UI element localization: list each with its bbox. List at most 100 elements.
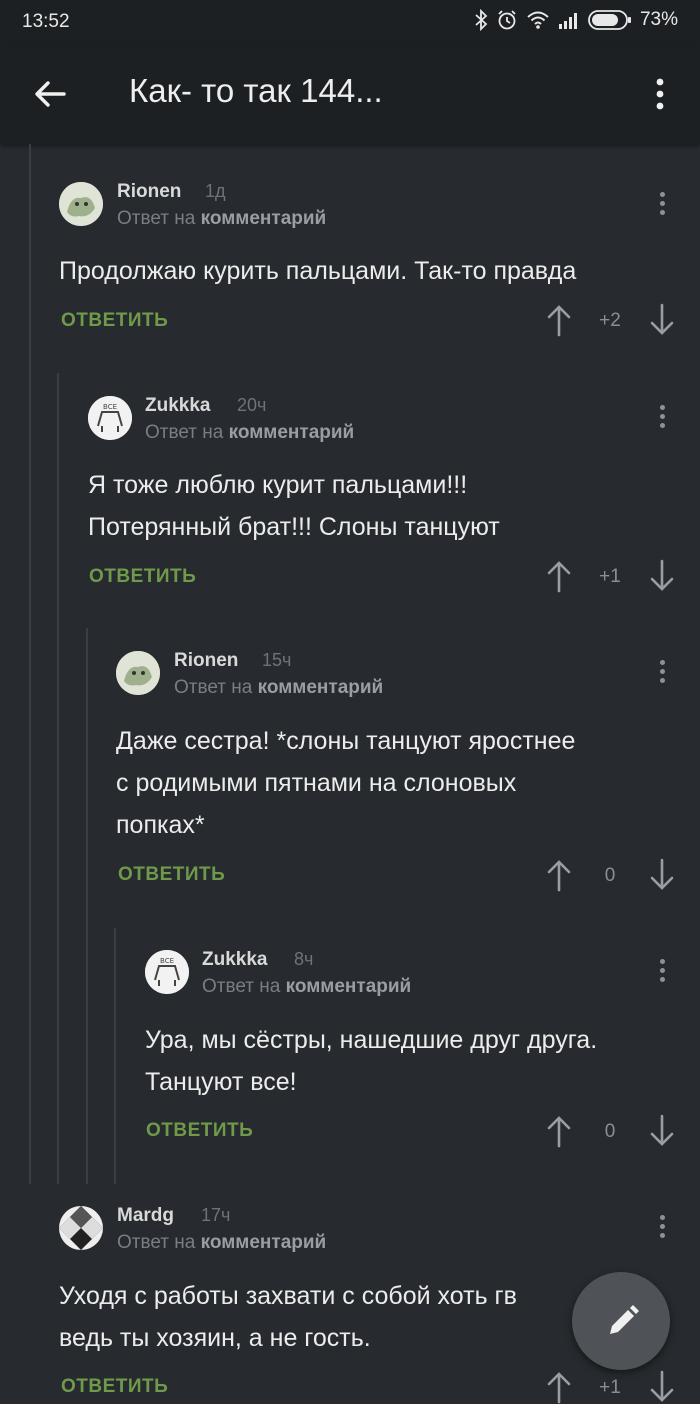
battery-percent: 73%	[639, 9, 678, 30]
comment-time: 1д	[205, 181, 226, 201]
avatar[interactable]: ВСЕ	[145, 950, 189, 994]
back-button[interactable]	[28, 74, 72, 114]
comment-more-button[interactable]	[656, 1215, 668, 1245]
comment-line: Я тоже люблю курит пальцами!!!	[88, 471, 468, 499]
wifi-icon	[527, 11, 549, 29]
arrow-up-icon[interactable]	[544, 1114, 574, 1148]
reply-button[interactable]: ОТВЕТИТЬ	[118, 864, 225, 886]
avatar[interactable]	[59, 182, 103, 226]
pencil-icon	[610, 1305, 639, 1334]
arrow-up-icon[interactable]	[544, 858, 574, 892]
reply-to: Ответ на комментарий	[117, 208, 326, 230]
comment-text: Я тоже люблю курит пальцами!!! Потерянны…	[88, 464, 500, 548]
comment-author[interactable]: Zukkka	[145, 395, 210, 417]
comment-time: 17ч	[201, 1205, 231, 1225]
comment-text: Продолжаю курить пальцами. Так-то правда	[59, 250, 576, 292]
avatar[interactable]: ВСЕ	[88, 396, 132, 440]
comment-time: 8ч	[294, 949, 314, 969]
reply-to-link[interactable]: комментарий	[258, 677, 384, 698]
dot	[659, 210, 665, 215]
status-icons: 73%	[474, 9, 678, 31]
reply-button[interactable]: ОТВЕТИТЬ	[146, 1120, 253, 1142]
dot	[659, 414, 665, 419]
reply-to-prefix: Ответ на	[145, 422, 224, 443]
reply-to-prefix: Ответ на	[117, 1232, 196, 1253]
comment-time: 15ч	[262, 650, 292, 670]
dot	[659, 1215, 665, 1220]
arrow-down-icon[interactable]	[647, 1370, 677, 1404]
dot	[659, 192, 665, 197]
comment-more-button[interactable]	[656, 959, 668, 989]
comment-author[interactable]: Zukkka	[202, 949, 267, 971]
reply-to-prefix: Ответ на	[174, 677, 253, 698]
arrow-down-icon[interactable]	[647, 858, 677, 892]
comment-score: +1	[599, 566, 621, 587]
comment-line: Даже сестра! *слоны танцуют яростнее	[116, 727, 576, 755]
signal-icon	[558, 13, 577, 29]
arrow-up-icon[interactable]	[544, 1370, 574, 1404]
avatar[interactable]	[116, 651, 160, 695]
svg-text:ВСЕ: ВСЕ	[103, 403, 117, 411]
dot	[659, 669, 665, 674]
comment-more-button[interactable]	[656, 660, 668, 690]
reply-to: Ответ на комментарий	[117, 1232, 326, 1254]
dot	[659, 968, 665, 973]
reply-to-prefix: Ответ на	[202, 976, 281, 997]
arrow-up-icon[interactable]	[544, 559, 574, 593]
reply-to-link[interactable]: комментарий	[286, 976, 412, 997]
dot	[659, 201, 665, 206]
svg-text:ВСЕ: ВСЕ	[160, 957, 174, 965]
reply-to-prefix: Ответ на	[117, 208, 196, 229]
more-vert-icon	[656, 78, 664, 110]
comment-line: Продолжаю курить пальцами. Так-то правда	[59, 257, 577, 285]
comment-author[interactable]: Rionen	[117, 181, 181, 203]
comment-more-button[interactable]	[656, 405, 668, 435]
arrow-up-icon[interactable]	[544, 303, 574, 337]
more-menu-button[interactable]	[648, 74, 672, 114]
arrow-left-icon	[35, 81, 66, 107]
comment-line: Танцуют все!	[145, 1068, 297, 1096]
comment-line: попках*	[116, 811, 205, 839]
comment-line: Уходя с работы захвати с собой хоть гв	[59, 1282, 517, 1310]
reply-button[interactable]: ОТВЕТИТЬ	[89, 566, 196, 588]
arrow-down-icon[interactable]	[647, 559, 677, 593]
reply-button[interactable]: ОТВЕТИТЬ	[61, 310, 168, 332]
comment-score: 0	[604, 1121, 616, 1142]
comment-line: Ура, мы сёстры, нашедшие друг друга.	[145, 1026, 598, 1054]
comment-author[interactable]: Mardg	[117, 1205, 174, 1227]
reply-button[interactable]: ОТВЕТИТЬ	[61, 1376, 168, 1398]
dot	[659, 977, 665, 982]
reply-to: Ответ на комментарий	[202, 976, 411, 998]
arrow-down-icon[interactable]	[647, 1114, 677, 1148]
dot	[659, 660, 665, 665]
comment-score: 0	[604, 865, 616, 886]
arrow-down-icon[interactable]	[647, 303, 677, 337]
reply-to: Ответ на комментарий	[174, 677, 383, 699]
battery-icon	[588, 10, 631, 30]
alarm-icon	[498, 10, 516, 30]
status-bar: 13:52 73%	[0, 0, 700, 44]
reply-to: Ответ на комментарий	[145, 422, 354, 444]
page-title: Как- то так 144...	[129, 72, 383, 109]
status-time: 13:52	[22, 11, 70, 32]
comment-author[interactable]: Rionen	[174, 650, 238, 672]
write-comment-button[interactable]	[572, 1272, 670, 1370]
reply-to-link[interactable]: комментарий	[229, 422, 355, 443]
bluetooth-icon	[475, 9, 488, 31]
dot	[659, 423, 665, 428]
comment-time: 20ч	[237, 395, 267, 415]
dot	[659, 678, 665, 683]
comment-text: Даже сестра! *слоны танцуют яростнее с р…	[116, 720, 575, 846]
comment-line: с родимыми пятнами на слоновых	[116, 769, 517, 797]
avatar[interactable]	[59, 1206, 103, 1250]
reply-to-link[interactable]: комментарий	[201, 1232, 327, 1253]
dot	[659, 1233, 665, 1238]
dot	[659, 405, 665, 410]
app-bar: Как- то так 144...	[0, 44, 700, 144]
comment-more-button[interactable]	[656, 192, 668, 222]
comment-line: Потерянный брат!!! Слоны танцуют	[88, 513, 500, 541]
reply-to-link[interactable]: комментарий	[201, 208, 327, 229]
dot	[659, 1224, 665, 1229]
comment-text: Уходя с работы захвати с собой хоть гв в…	[59, 1275, 517, 1359]
comment-score: +1	[599, 1377, 621, 1398]
